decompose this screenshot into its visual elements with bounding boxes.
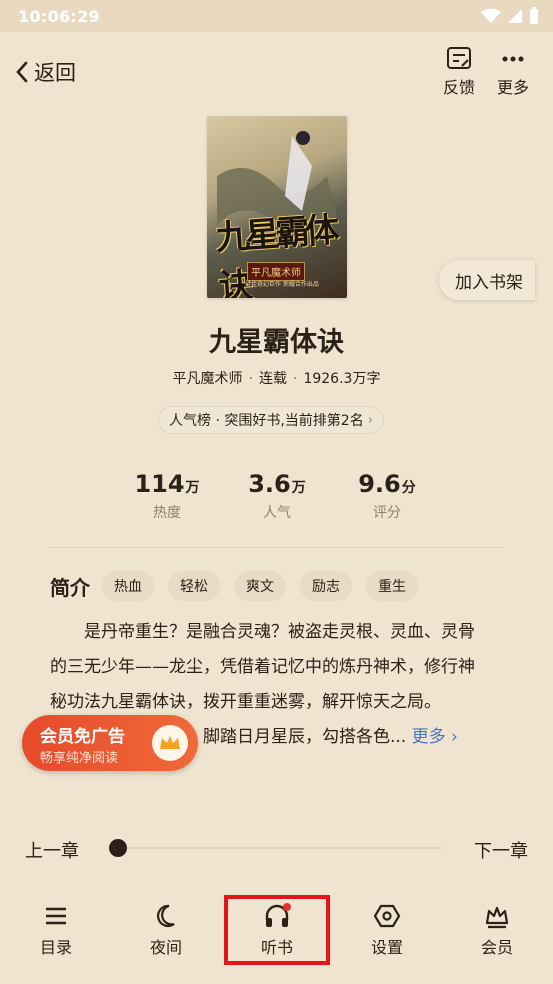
top-nav: 返回 反馈 更多 [0, 32, 553, 112]
stat-heat-unit: 万 [185, 480, 200, 496]
vip-promo-title: 会员免广告 [40, 727, 125, 747]
chevron-right-icon: › [367, 412, 373, 428]
vip-promo-subtitle: 畅享纯净阅读 [40, 751, 119, 766]
more-label: 更多 [496, 78, 529, 97]
stat-popularity-value: 3.6 [248, 470, 291, 498]
book-detail-card: 九星霸体诀 平凡魔术师 最佳奇幻巨作 荣耀合作出品 加入书架 九星霸体诀 平凡魔… [22, 112, 535, 812]
stat-heat-value: 114 [134, 470, 185, 498]
book-author[interactable]: 平凡魔术师 [173, 371, 243, 387]
tag-chip[interactable]: 爽文 [234, 571, 286, 601]
more-dots-icon [502, 56, 524, 62]
tab-toc-label: 目录 [39, 938, 72, 957]
tab-night[interactable]: 夜间 [126, 902, 206, 958]
status-time: 10:06:29 [18, 6, 100, 26]
moon-icon [157, 904, 175, 927]
nav-actions: 反馈 更多 [443, 46, 529, 98]
stat-popularity: 3.6万 人气 [217, 470, 337, 522]
crown-icon [485, 906, 509, 929]
back-button[interactable]: 返回 [14, 57, 76, 87]
rank-pill[interactable]: 人气榜 · 突围好书,当前排第2名 › [158, 406, 384, 434]
feedback-icon [446, 47, 471, 69]
stat-rating-unit: 分 [401, 480, 416, 496]
crown-icon [152, 725, 188, 761]
tab-settings[interactable]: 设置 [347, 902, 427, 958]
tab-vip[interactable]: 会员 [457, 902, 537, 958]
stat-rating: 9.6分 评分 [327, 470, 447, 522]
stat-popularity-label: 人气 [263, 505, 291, 521]
book-stats: 114万 热度 3.6万 人气 9.6分 评分 [22, 470, 531, 530]
book-meta: 平凡魔术师 · 连载 · 1926.3万字 [172, 371, 381, 387]
prev-chapter-button[interactable]: 上一章 [25, 837, 79, 863]
slider-thumb[interactable] [109, 839, 127, 857]
stat-heat: 114万 热度 [107, 470, 227, 522]
feedback-button[interactable]: 反馈 [443, 46, 475, 98]
stat-popularity-unit: 万 [291, 480, 306, 496]
tab-settings-label: 设置 [370, 938, 403, 957]
feedback-label: 反馈 [442, 78, 475, 97]
intro-line: 是丹帝重生？是融合灵魂？被盗走灵根、灵血、灵骨 [50, 622, 475, 642]
intro-header: 简介 热血 轻松 爽文 励志 重生 [50, 571, 432, 601]
stat-rating-value: 9.6 [358, 470, 401, 498]
tag-chip[interactable]: 轻松 [168, 571, 220, 601]
chapter-nav-row: 上一章 下一章 [0, 827, 553, 867]
tag-chip[interactable]: 重生 [366, 571, 418, 601]
stat-rating-label: 评分 [373, 505, 401, 521]
status-icons [481, 7, 539, 25]
book-status: 连载 [259, 371, 287, 387]
status-bar: 10:06:29 [0, 0, 553, 32]
more-button[interactable]: 更多 [497, 46, 529, 98]
stat-heat-label: 热度 [153, 505, 181, 521]
divider [48, 547, 504, 548]
vip-promo-banner[interactable]: 会员免广告 畅享纯净阅读 [22, 715, 198, 771]
chapter-progress-slider[interactable] [117, 847, 442, 849]
menu-icon [46, 907, 66, 925]
tag-chip[interactable]: 热血 [102, 571, 154, 601]
highlight-box [224, 895, 330, 965]
reader-bottom-panel: 上一章 下一章 目录 夜间 听书 设置 会员 [0, 793, 553, 984]
next-chapter-button[interactable]: 下一章 [474, 837, 528, 863]
chevron-left-icon [16, 61, 28, 83]
book-title: 九星霸体诀 [209, 327, 344, 358]
battery-icon [530, 7, 538, 24]
back-label: 返回 [34, 61, 76, 85]
settings-hexagon-icon [373, 904, 401, 928]
wifi-icon [481, 8, 501, 23]
add-to-shelf-button[interactable]: 加入书架 [439, 260, 535, 300]
book-word-count: 1926.3万字 [303, 371, 381, 387]
intro-line: 的三无少年——龙尘，凭借着记忆中的炼丹神术，修行神 [50, 657, 475, 677]
tag-chip[interactable]: 励志 [300, 571, 352, 601]
cover-subtitle-art: 最佳奇幻巨作 荣耀合作出品 [245, 281, 319, 288]
tab-vip-label: 会员 [480, 938, 513, 957]
signal-icon [508, 9, 522, 23]
tab-night-label: 夜间 [149, 938, 182, 957]
intro-title: 简介 [50, 575, 90, 600]
tab-toc[interactable]: 目录 [16, 902, 96, 958]
rank-text: 人气榜 · 突围好书,当前排第2名 [169, 413, 364, 429]
intro-more-link[interactable]: 更多 › [412, 727, 458, 747]
book-cover[interactable]: 九星霸体诀 平凡魔术师 最佳奇幻巨作 荣耀合作出品 [207, 116, 347, 298]
